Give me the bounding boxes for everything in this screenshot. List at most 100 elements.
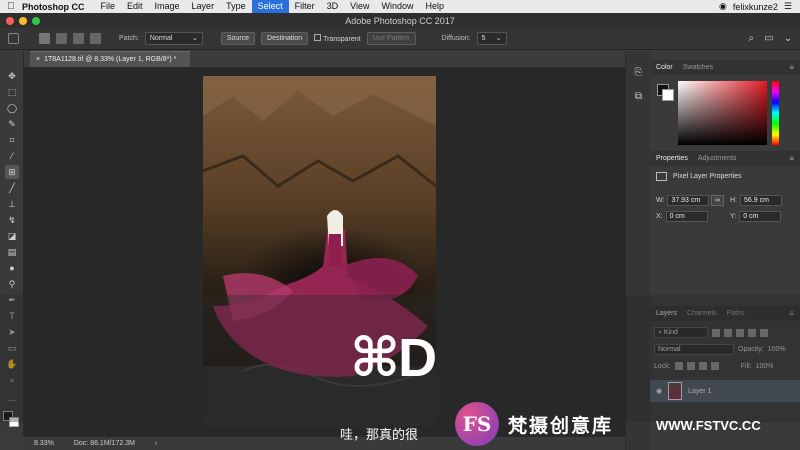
menu-type[interactable]: Type: [220, 0, 252, 13]
history-brush-tool-icon[interactable]: ↯: [5, 213, 19, 227]
menu-select[interactable]: Select: [251, 0, 289, 13]
diffusion-select[interactable]: 5 ⌄: [476, 32, 507, 45]
close-window-button[interactable]: [6, 16, 14, 25]
add-selection-icon[interactable]: [56, 33, 67, 44]
stamp-tool-icon[interactable]: ⊥: [5, 197, 19, 211]
subtract-selection-icon[interactable]: [73, 33, 84, 44]
watermark-logo: FS: [455, 402, 499, 446]
document-size[interactable]: Doc: 86.1M/172.3M: [74, 440, 135, 447]
new-selection-icon[interactable]: [39, 33, 50, 44]
filter-smart-icon[interactable]: [760, 328, 768, 337]
lock-transparent-icon[interactable]: [674, 362, 683, 370]
width-field[interactable]: W: 37.93 cm: [656, 195, 710, 206]
x-field[interactable]: X: 0 cm: [656, 211, 708, 222]
intersect-selection-icon[interactable]: [90, 33, 101, 44]
zoom-level[interactable]: 8.33%: [34, 440, 54, 447]
menu-edit[interactable]: Edit: [121, 0, 149, 13]
type-tool-icon[interactable]: T: [5, 309, 19, 323]
workspace-chevron-icon[interactable]: ⌄: [784, 33, 792, 44]
transparent-checkbox[interactable]: Transparent: [314, 34, 361, 43]
tab-color[interactable]: Color: [656, 64, 673, 71]
lasso-tool-icon[interactable]: ◯: [5, 101, 19, 115]
patch-tool-preset-icon[interactable]: [8, 33, 19, 44]
filter-shape-icon[interactable]: [748, 328, 756, 337]
dodge-tool-icon[interactable]: ⚲: [5, 277, 19, 291]
menu-list-icon[interactable]: ☰: [784, 1, 792, 12]
patch-tool-icon[interactable]: ⊞: [5, 165, 19, 179]
tab-layers[interactable]: Layers: [656, 310, 677, 317]
filter-adjust-icon[interactable]: [724, 328, 732, 337]
crop-tool-icon[interactable]: ⌗: [5, 133, 19, 147]
layer-kind-filter[interactable]: ⌕ Kind: [654, 327, 708, 338]
filter-type-icon[interactable]: [736, 328, 744, 337]
blend-mode-select[interactable]: Normal: [654, 344, 734, 355]
color-spectrum[interactable]: [678, 81, 767, 145]
source-button[interactable]: Source: [220, 32, 256, 45]
eyedropper-tool-icon[interactable]: ⁄: [5, 149, 19, 163]
lock-position-icon[interactable]: [698, 362, 707, 370]
user-name[interactable]: felixkunze2: [733, 2, 778, 12]
height-field[interactable]: H: 56.9 cm: [730, 195, 782, 206]
quick-select-tool-icon[interactable]: ✎: [5, 117, 19, 131]
y-field[interactable]: Y: 0 cm: [730, 211, 782, 222]
move-tool-icon[interactable]: ✥: [5, 69, 19, 83]
layer-row[interactable]: ◉ Layer 1: [650, 380, 800, 402]
gradient-tool-icon[interactable]: ▤: [5, 245, 19, 259]
close-tab-icon[interactable]: ×: [36, 56, 40, 63]
layer-name[interactable]: Layer 1: [688, 388, 711, 395]
filter-pixel-icon[interactable]: [712, 328, 720, 337]
more-tools-icon[interactable]: ···: [5, 393, 19, 407]
menu-layer[interactable]: Layer: [186, 0, 221, 13]
subtitle-text: 哇，那真的很: [340, 428, 419, 443]
document-tab[interactable]: × 1T8A1128.tif @ 8.33% (Layer 1, RGB/8*)…: [30, 51, 190, 67]
history-panel-icon[interactable]: ⎘: [632, 67, 645, 80]
tab-adjustments[interactable]: Adjustments: [698, 155, 737, 162]
opacity-value[interactable]: 100%: [768, 346, 786, 353]
blur-tool-icon[interactable]: ●: [5, 261, 19, 275]
status-arrow-icon[interactable]: ›: [155, 440, 157, 447]
background-swatch[interactable]: [9, 417, 19, 427]
eye-icon[interactable]: ◉: [656, 387, 662, 395]
zoom-tool-icon[interactable]: ⌕: [5, 373, 19, 387]
search-icon[interactable]: ⌕: [749, 33, 755, 44]
lock-label: Lock:: [654, 362, 671, 370]
brush-tool-icon[interactable]: ╱: [5, 181, 19, 195]
properties-panel-icon[interactable]: ⧉: [632, 91, 645, 104]
menu-view[interactable]: View: [344, 0, 375, 13]
hue-slider[interactable]: [772, 81, 779, 145]
link-icon[interactable]: ∞: [711, 195, 724, 206]
apple-menu-icon[interactable]: : [0, 1, 22, 12]
menu-file[interactable]: File: [95, 0, 122, 13]
panel-menu-icon[interactable]: ≡: [789, 63, 794, 72]
use-pattern-button[interactable]: Use Pattern: [366, 32, 416, 45]
tab-properties[interactable]: Properties: [656, 155, 688, 162]
workspace-icon[interactable]: ▭: [764, 33, 773, 44]
color-background[interactable]: [662, 89, 674, 101]
path-selection-tool-icon[interactable]: ➤: [5, 325, 19, 339]
menu-app-name[interactable]: Photoshop CC: [22, 2, 85, 12]
menu-image[interactable]: Image: [149, 0, 186, 13]
menu-help[interactable]: Help: [419, 0, 450, 13]
menu-window[interactable]: Window: [375, 0, 419, 13]
minimize-window-button[interactable]: [19, 16, 27, 25]
pen-tool-icon[interactable]: ✒: [5, 293, 19, 307]
hand-tool-icon[interactable]: ✋: [5, 357, 19, 371]
tab-channels[interactable]: Channels: [687, 310, 717, 317]
menu-3d[interactable]: 3D: [321, 0, 345, 13]
panel-menu-icon[interactable]: ≡: [789, 309, 794, 318]
rectangle-tool-icon[interactable]: ▭: [5, 341, 19, 355]
eraser-tool-icon[interactable]: ◪: [5, 229, 19, 243]
tab-swatches[interactable]: Swatches: [683, 64, 713, 71]
zoom-window-button[interactable]: [32, 16, 40, 25]
lock-pixels-icon[interactable]: [686, 362, 695, 370]
creative-cloud-icon[interactable]: ◉: [719, 1, 727, 12]
tab-paths[interactable]: Paths: [727, 310, 745, 317]
marquee-tool-icon[interactable]: ⬚: [5, 85, 19, 99]
patch-mode-select[interactable]: Normal ⌄: [144, 32, 203, 45]
destination-button[interactable]: Destination: [261, 32, 309, 45]
panel-menu-icon[interactable]: ≡: [789, 154, 794, 163]
menu-filter[interactable]: Filter: [289, 0, 321, 13]
lock-all-icon[interactable]: [710, 362, 719, 370]
fill-value[interactable]: 100%: [756, 363, 774, 370]
pixel-layer-icon: [656, 172, 667, 181]
